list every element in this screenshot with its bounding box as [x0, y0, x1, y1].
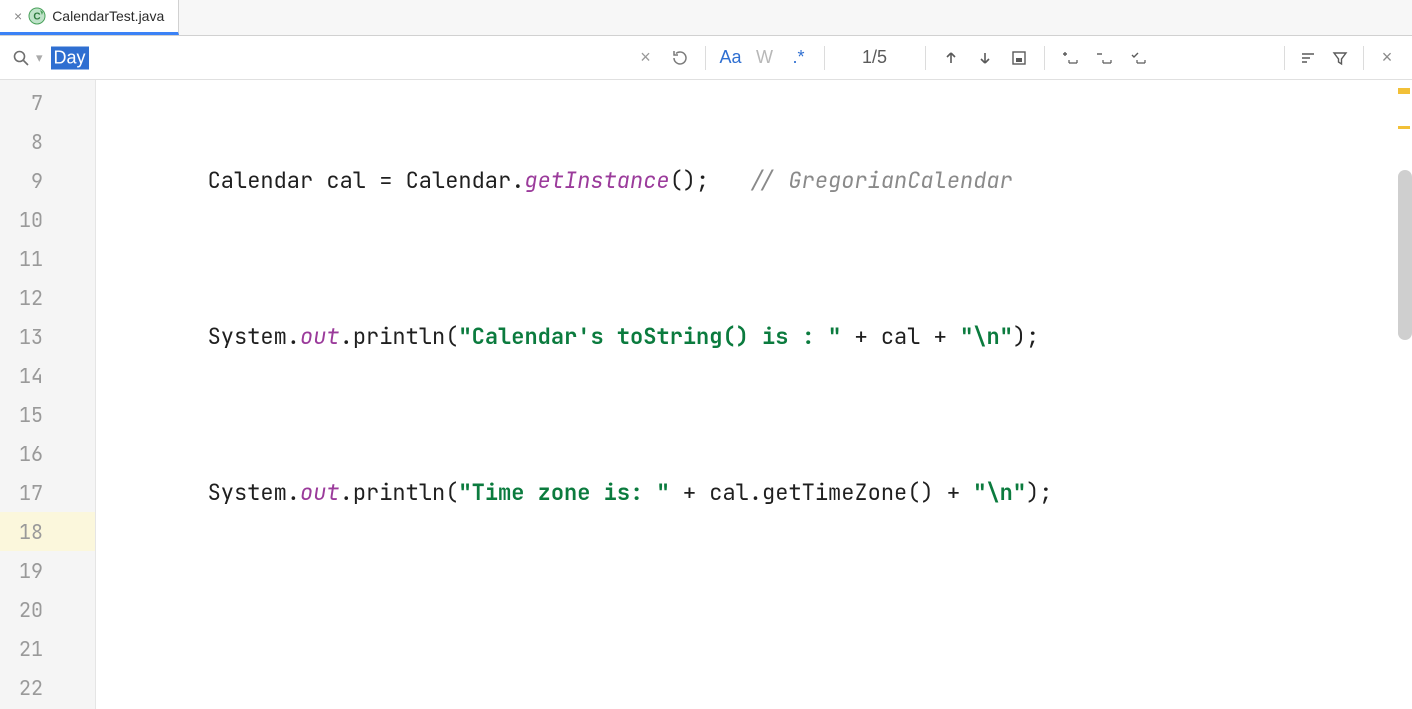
- scrollbar-thumb[interactable]: [1398, 170, 1412, 340]
- close-tab-icon[interactable]: ×: [14, 9, 22, 23]
- select-all-occurrences-icon[interactable]: [1004, 43, 1034, 73]
- code-line: [102, 629, 1412, 668]
- close-findbar-button[interactable]: ×: [1372, 43, 1402, 73]
- separator: [1044, 46, 1045, 70]
- line-number: 7: [0, 83, 95, 122]
- file-tab[interactable]: × C CalendarTest.java: [0, 0, 179, 35]
- svg-text:C: C: [34, 12, 41, 23]
- code-area[interactable]: Calendar cal = Calendar.getInstance(); /…: [96, 80, 1412, 709]
- ruler-marker-warning: [1398, 126, 1410, 129]
- java-class-icon: C: [28, 7, 46, 25]
- separator: [1284, 46, 1285, 70]
- ruler-marker-warning: [1398, 88, 1410, 94]
- find-input[interactable]: [47, 44, 607, 72]
- code-line: System.out.println("Time zone is: " + ca…: [102, 473, 1412, 512]
- add-selection-icon[interactable]: [1055, 43, 1085, 73]
- line-number: 11: [0, 239, 95, 278]
- code-line: System.out.println("Calendar's toString(…: [102, 317, 1412, 356]
- remove-selection-icon[interactable]: [1089, 43, 1119, 73]
- line-number: 15: [0, 395, 95, 434]
- file-tab-label: CalendarTest.java: [52, 8, 164, 24]
- filter-funnel-icon[interactable]: [1325, 43, 1355, 73]
- whole-word-toggle[interactable]: W: [750, 43, 780, 73]
- search-icon: [10, 49, 32, 67]
- regex-toggle[interactable]: .*: [784, 43, 814, 73]
- line-number: 19: [0, 551, 95, 590]
- find-toolbar: ▾ Day × Aa W .* 1/5 ×: [0, 36, 1412, 80]
- match-case-toggle[interactable]: Aa: [716, 43, 746, 73]
- search-history-icon[interactable]: [665, 43, 695, 73]
- select-all-icon[interactable]: [1123, 43, 1153, 73]
- line-number: 21: [0, 629, 95, 668]
- next-match-button[interactable]: [970, 43, 1000, 73]
- line-number-gutter: 78910111213141516171819202122: [0, 80, 96, 709]
- line-number: 20: [0, 590, 95, 629]
- filter-list-icon[interactable]: [1293, 43, 1323, 73]
- line-number: 10: [0, 200, 95, 239]
- line-number: 14: [0, 356, 95, 395]
- line-number: 8: [0, 122, 95, 161]
- separator: [705, 46, 706, 70]
- line-number: 17: [0, 473, 95, 512]
- match-count: 1/5: [835, 47, 915, 68]
- code-line: Calendar cal = Calendar.getInstance(); /…: [102, 161, 1412, 200]
- clear-search-button[interactable]: ×: [631, 43, 661, 73]
- editor-tabbar: × C CalendarTest.java: [0, 0, 1412, 36]
- line-number: 22: [0, 668, 95, 707]
- line-number: 18: [0, 512, 95, 551]
- separator: [925, 46, 926, 70]
- separator: [1363, 46, 1364, 70]
- line-number: 16: [0, 434, 95, 473]
- line-number: 12: [0, 278, 95, 317]
- separator: [824, 46, 825, 70]
- overview-ruler[interactable]: [1394, 80, 1412, 709]
- line-number: 13: [0, 317, 95, 356]
- prev-match-button[interactable]: [936, 43, 966, 73]
- line-number: 9: [0, 161, 95, 200]
